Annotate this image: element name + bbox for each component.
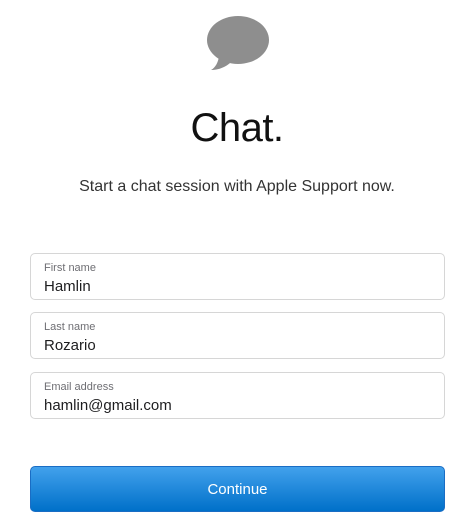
email-field[interactable]: Email address xyxy=(30,372,445,419)
chat-signin-page: Chat. Start a chat session with Apple Su… xyxy=(0,0,474,529)
first-name-input[interactable] xyxy=(44,276,434,296)
last-name-input[interactable] xyxy=(44,335,434,355)
page-subtitle: Start a chat session with Apple Support … xyxy=(79,178,395,195)
email-label: Email address xyxy=(44,381,114,393)
first-name-label: First name xyxy=(44,262,96,274)
chat-bubble-icon xyxy=(207,16,269,70)
email-input[interactable] xyxy=(44,395,434,415)
page-title: Chat. xyxy=(190,106,284,150)
last-name-field[interactable]: Last name xyxy=(30,312,445,359)
continue-button[interactable]: Continue xyxy=(30,466,445,512)
last-name-label: Last name xyxy=(44,321,96,333)
first-name-field[interactable]: First name xyxy=(30,253,445,300)
